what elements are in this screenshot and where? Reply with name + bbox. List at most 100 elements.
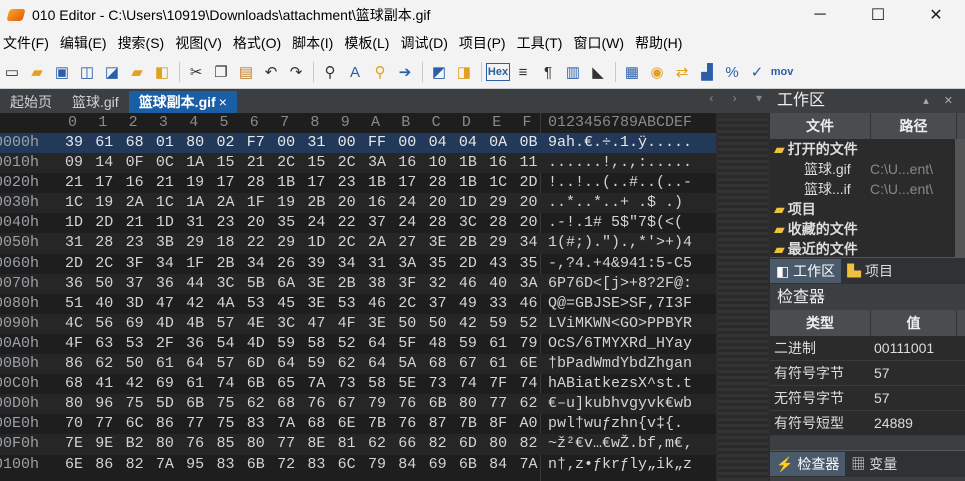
hex-row[interactable]: 0090h 4C 56 69 4D 4B 57 4E 3C 47 4F 3E 50 50 42 59 52 LVi… (0, 313, 716, 334)
mov-icon[interactable]: mov (770, 60, 794, 84)
hex-byte[interactable]: 82 (518, 434, 540, 454)
hex-row[interactable]: 0040h 1D 2D 21 1D 31 23 20 35 24 22 37 24 28 3C 28 20 .-!… (0, 213, 716, 233)
hex-byte[interactable]: F7 (245, 133, 267, 153)
hex-byte[interactable]: 41 (93, 374, 115, 394)
hex-byte[interactable]: 4B (184, 314, 206, 334)
tab-basketball-gif[interactable]: 篮球.gif (62, 91, 129, 113)
hex-byte[interactable]: 69 (154, 374, 176, 394)
hex-row[interactable]: 0080h 51 40 3D 47 42 4A 53 45 3E 53 46 2C 37 49 33 46 Q@=… (0, 294, 716, 314)
hex-byte[interactable]: 21 (124, 213, 146, 233)
hex-byte[interactable]: 20 (518, 213, 540, 233)
hex-row[interactable]: 0000h 39 61 68 01 80 02 F7 00 31 00 FF 00 04 04 0A 0B 9ah… (0, 133, 716, 154)
hex-byte[interactable]: 23 (336, 173, 358, 193)
hex-byte[interactable]: 0C (154, 153, 176, 173)
tree-folder[interactable]: ▰ 项目 (770, 199, 965, 219)
hex-byte[interactable]: 77 (184, 414, 206, 434)
inspector-row[interactable]: 二进制 00111001 (770, 336, 965, 361)
tree-folder[interactable]: ▰ 打开的文件 (770, 139, 965, 159)
hex-byte[interactable]: 21 (245, 153, 267, 173)
hex-row[interactable]: 0020h 21 17 16 21 19 17 28 1B 17 23 1B 17 28 1B 1C 2D!..… (0, 173, 716, 193)
percent-icon[interactable]: % (720, 60, 744, 84)
hex-byte[interactable]: 17 (305, 173, 327, 193)
hex-byte[interactable]: 76 (305, 394, 327, 414)
hex-byte[interactable]: 80 (245, 434, 267, 454)
hex-byte[interactable]: 8F (487, 414, 509, 434)
hex-byte[interactable]: 73 (427, 374, 449, 394)
hex-byte[interactable]: 67 (457, 354, 479, 374)
ascii-text[interactable]: ~ž²€v…€wŽ.bf‚m€‚ (548, 434, 692, 454)
hex-byte[interactable]: 4F (63, 334, 85, 354)
hex-byte[interactable]: 40 (93, 294, 115, 314)
hex-byte[interactable]: 72 (275, 455, 297, 475)
cut-icon[interactable]: ✂ (184, 60, 208, 84)
hex-byte[interactable]: 80 (457, 394, 479, 414)
hex-byte[interactable]: 3F (124, 254, 146, 274)
hex-byte[interactable]: 53 (336, 294, 358, 314)
hex-byte[interactable]: 6B (184, 394, 206, 414)
hex-byte[interactable]: 0A (487, 133, 509, 153)
tab-project[interactable]: ▙ 项目 (841, 259, 899, 283)
hex-byte[interactable]: 2C (336, 233, 358, 253)
hex-row[interactable]: 00F0h 7E 9E B2 80 76 85 80 77 8E 81 62 66 82 6D 80 82 ~ž²… (0, 434, 716, 455)
hex-byte[interactable]: 2D (457, 254, 479, 274)
hex-byte[interactable]: 21 (154, 173, 176, 193)
hex-byte[interactable]: 3E (305, 294, 327, 314)
hex-byte[interactable]: 53 (245, 294, 267, 314)
hex-byte[interactable]: 37 (427, 294, 449, 314)
hex-byte[interactable]: 45 (275, 294, 297, 314)
hex-byte[interactable]: 10 (427, 153, 449, 173)
new-file-icon[interactable]: ▭ (0, 60, 24, 84)
ascii-text[interactable]: €–u]kubhvgyvk€wb (548, 394, 692, 414)
hex-row[interactable]: 00C0h 68 41 42 69 61 74 6B 65 7A 73 58 5E 73 74 7F 74 hAB… (0, 374, 716, 394)
hex-byte[interactable]: 1D (63, 213, 85, 233)
hex-byte[interactable]: 1D (457, 193, 479, 213)
hex-byte[interactable]: 2D (93, 213, 115, 233)
hex-byte[interactable]: 29 (184, 233, 206, 253)
hex-byte[interactable]: 20 (336, 193, 358, 213)
hex-byte[interactable]: 36 (63, 274, 85, 294)
hex-byte[interactable]: 63 (93, 334, 115, 354)
hex-byte[interactable]: 31 (305, 133, 327, 153)
hex-byte[interactable]: 36 (154, 274, 176, 294)
hex-byte[interactable]: 6B (457, 455, 479, 475)
hex-byte[interactable]: 6E (63, 455, 85, 475)
hex-byte[interactable]: 61 (184, 374, 206, 394)
hex-byte[interactable]: 36 (184, 334, 206, 354)
hex-byte[interactable]: 28 (245, 173, 267, 193)
hex-byte[interactable]: 76 (184, 434, 206, 454)
hex-byte[interactable]: 29 (487, 233, 509, 253)
hex-byte[interactable]: 22 (245, 233, 267, 253)
hex-byte[interactable]: 31 (63, 233, 85, 253)
tab-nav-arrows[interactable]: ‹ › ▾ (709, 91, 770, 105)
hex-byte[interactable]: 80 (63, 394, 85, 414)
tree-file[interactable]: 篮球.gif C:\U...ent\ (770, 159, 965, 179)
ascii-text[interactable]: ..*..*..+ .$ .) (548, 193, 692, 213)
hex-byte[interactable]: 24 (305, 213, 327, 233)
hex-byte[interactable]: 79 (518, 334, 540, 354)
checksum-icon[interactable]: ✓ (745, 60, 769, 84)
hex-byte[interactable]: 4C (63, 314, 85, 334)
hex-byte[interactable]: 24 (396, 213, 418, 233)
hex-byte[interactable]: 9E (93, 434, 115, 454)
hex-byte[interactable]: 11 (518, 153, 540, 173)
hex-byte[interactable]: 80 (154, 434, 176, 454)
ascii-text[interactable]: †bPadWmdYbdZhgan (548, 354, 692, 374)
hex-row[interactable]: 00A0h 4F 63 53 2F 36 54 4D 59 58 52 64 5F 48 59 61 79 OcS… (0, 334, 716, 354)
col-file[interactable]: 文件 (770, 113, 871, 139)
tab-basketball-copy-gif[interactable]: 篮球副本.gif × (128, 91, 237, 113)
hex-byte[interactable]: 16 (396, 153, 418, 173)
paste-icon[interactable]: ▤ (234, 60, 258, 84)
hex-byte[interactable]: 2A (215, 193, 237, 213)
hex-byte[interactable]: 39 (305, 254, 327, 274)
hex-byte[interactable]: 69 (427, 455, 449, 475)
col-type[interactable]: 类型 (770, 310, 871, 336)
hex-byte[interactable]: 2F (154, 334, 176, 354)
inspector-row[interactable]: 有符号短型 24889 (770, 411, 965, 436)
hex-byte[interactable]: 62 (93, 354, 115, 374)
hex-byte[interactable]: 68 (63, 374, 85, 394)
hex-byte[interactable]: 20 (427, 193, 449, 213)
hex-byte[interactable]: 6E (336, 414, 358, 434)
hex-byte[interactable]: 1A (184, 193, 206, 213)
hex-byte[interactable]: 59 (487, 314, 509, 334)
hex-byte[interactable]: 3C (215, 274, 237, 294)
